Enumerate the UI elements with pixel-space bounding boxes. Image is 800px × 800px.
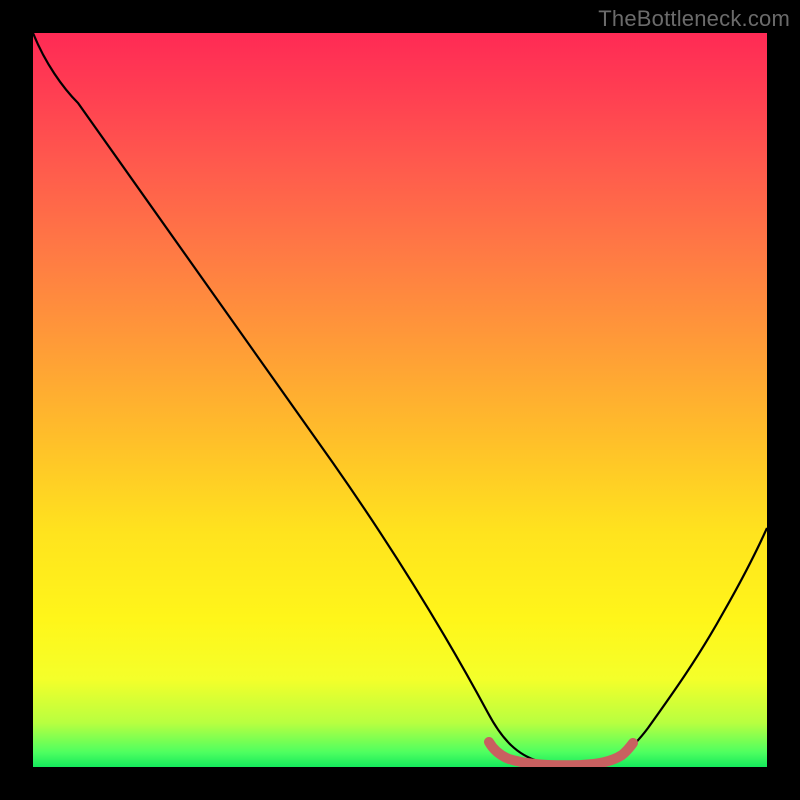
bottleneck-curve (33, 33, 767, 765)
chart-svg (33, 33, 767, 767)
plot-area (33, 33, 767, 767)
watermark-text: TheBottleneck.com (598, 6, 790, 32)
chart-frame: TheBottleneck.com (0, 0, 800, 800)
